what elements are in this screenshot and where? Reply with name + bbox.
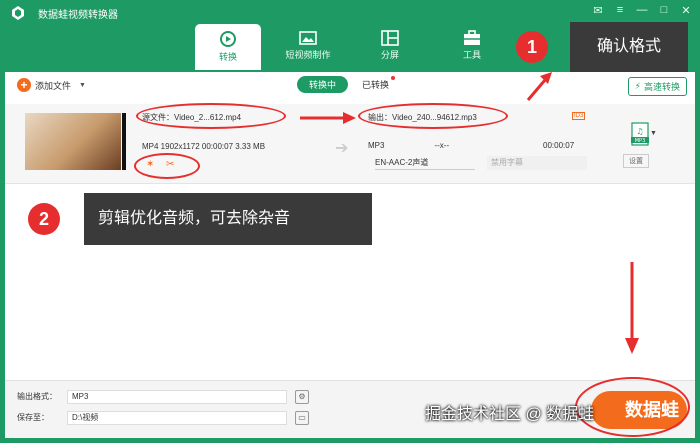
maximize-icon[interactable]: □ bbox=[658, 4, 670, 17]
right-border bbox=[695, 72, 700, 443]
watermark-text: 掘金技术社区 @ 数据蛙 bbox=[425, 406, 595, 423]
annotation-ellipse-tools bbox=[134, 153, 200, 179]
format-badge-text: MP3 bbox=[635, 138, 646, 144]
new-dot-badge bbox=[391, 76, 396, 80]
fast-convert-button[interactable]: ⚡ 高速转换 bbox=[627, 77, 687, 96]
output-info: MP3 --x-- bbox=[368, 141, 449, 150]
tab-converting[interactable]: 转换中 bbox=[297, 76, 349, 93]
minimize-icon[interactable]: — bbox=[636, 4, 648, 17]
video-thumbnail[interactable] bbox=[25, 113, 121, 170]
shortvideo-icon bbox=[299, 31, 317, 45]
lightning-icon: ⚡ bbox=[634, 81, 641, 91]
tab-short-video[interactable]: 短视频制作 bbox=[277, 24, 339, 70]
output-resolution: --x-- bbox=[434, 141, 450, 150]
window-controls: ✉ ≡ — □ ✕ bbox=[592, 4, 692, 17]
add-file-button[interactable]: + 添加文件 ▼ bbox=[17, 78, 86, 92]
svg-text:♫: ♫ bbox=[636, 127, 643, 136]
id3-tag-icon[interactable]: ID3 bbox=[572, 112, 586, 120]
split-icon bbox=[381, 30, 399, 46]
output-format: MP3 bbox=[368, 141, 385, 150]
format-settings-button[interactable]: 设置 bbox=[623, 154, 649, 168]
folder-icon[interactable]: ▭ bbox=[295, 411, 309, 425]
annotation-ellipse-source bbox=[136, 103, 286, 129]
tab-label: 短视频制作 bbox=[285, 50, 331, 60]
chevron-down-icon[interactable]: ▼ bbox=[79, 82, 86, 89]
tab-tools[interactable]: 工具 bbox=[441, 24, 503, 70]
menu-icon[interactable]: ≡ bbox=[614, 4, 626, 17]
convert-arrow-icon: ➔ bbox=[335, 140, 349, 157]
fast-convert-label: 高速转换 bbox=[643, 82, 680, 92]
save-path-select[interactable]: D:\视频 bbox=[67, 411, 287, 425]
annotation-ellipse-output bbox=[358, 103, 508, 129]
main-tabs: 转换 短视频制作 分屏 工具 bbox=[195, 24, 523, 70]
tab-converted-label: 已转换 bbox=[362, 80, 390, 90]
save-to-label: 保存至： bbox=[17, 413, 49, 422]
status-segmented-control: 转换中 已转换 bbox=[297, 76, 396, 93]
output-format-select[interactable]: MP3 bbox=[67, 390, 287, 404]
source-meta: MP4 1902x1172 00:00:07 3.33 MB bbox=[142, 142, 266, 151]
tab-converted[interactable]: 已转换 bbox=[362, 76, 396, 91]
file-toolbar: + 添加文件 ▼ 转换中 已转换 ⚡ 高速转换 bbox=[5, 72, 695, 98]
tab-label: 转换 bbox=[218, 52, 237, 62]
plus-icon: + bbox=[17, 78, 31, 92]
callout-2: 剪辑优化音频，可去除杂音 bbox=[84, 193, 372, 245]
convert-icon bbox=[220, 31, 236, 47]
tab-convert[interactable]: 转换 bbox=[195, 24, 261, 70]
callout-badge-1: 1 bbox=[516, 31, 548, 63]
chevron-down-icon[interactable]: ▼ bbox=[650, 130, 657, 137]
callout-1: 确认格式 bbox=[570, 22, 688, 72]
file-row: 源文件：Video_2...612.mp4 MP4 1902x1172 00:0… bbox=[5, 104, 695, 184]
thumbnail-edge bbox=[122, 113, 126, 170]
add-file-label: 添加文件 bbox=[35, 80, 72, 91]
close-icon[interactable]: ✕ bbox=[680, 4, 692, 17]
subtitle-select[interactable]: 禁用字幕 bbox=[487, 156, 587, 170]
audio-track-select[interactable]: EN-AAC-2声道 bbox=[375, 156, 475, 170]
output-format-label: 输出格式： bbox=[17, 392, 57, 401]
app-logo-icon bbox=[12, 6, 24, 20]
toolbox-icon bbox=[464, 30, 480, 45]
bottom-border bbox=[0, 438, 700, 443]
app-title: 数据蛙视频转换器 bbox=[38, 10, 118, 21]
tab-split-screen[interactable]: 分屏 bbox=[359, 24, 421, 70]
callout-badge-2: 2 bbox=[28, 203, 60, 235]
format-settings-icon[interactable]: ⚙ bbox=[295, 390, 309, 404]
tab-label: 工具 bbox=[462, 50, 481, 60]
main-content: + 添加文件 ▼ 转换中 已转换 ⚡ 高速转换 源文件：Video_2...61… bbox=[5, 72, 695, 438]
feedback-icon[interactable]: ✉ bbox=[592, 4, 604, 17]
tab-label: 分屏 bbox=[380, 50, 399, 60]
output-duration: 00:00:07 bbox=[543, 141, 575, 150]
